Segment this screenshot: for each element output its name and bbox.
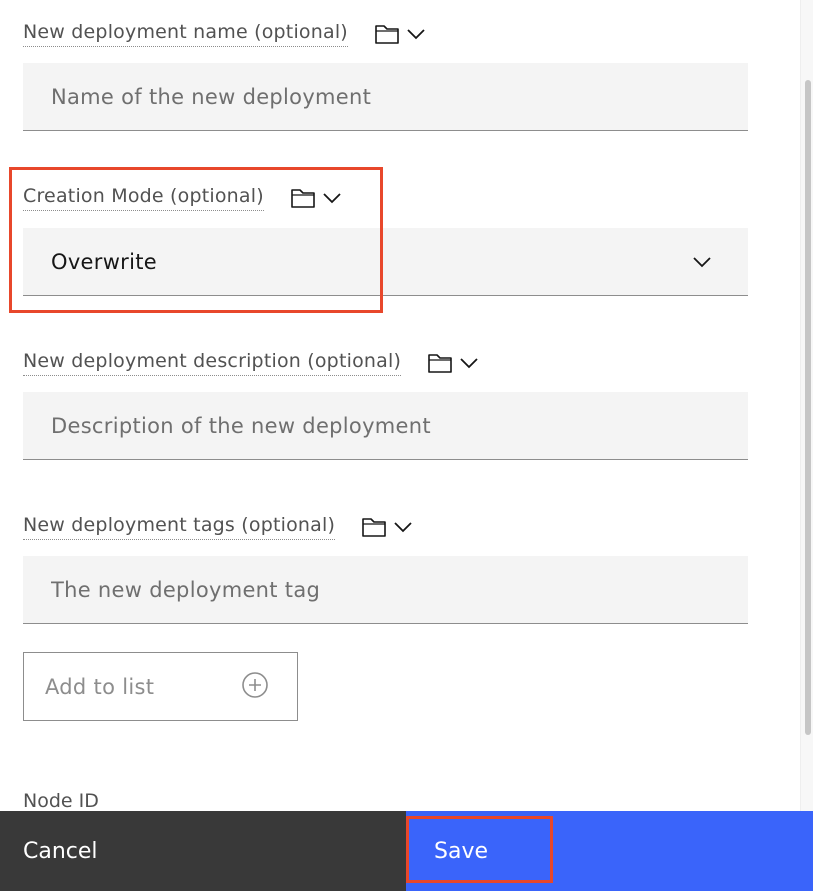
chevron-down-icon — [692, 255, 712, 269]
deployment-description-input[interactable] — [23, 392, 748, 460]
folder-icon[interactable] — [290, 187, 316, 209]
deployment-tags-tools — [361, 516, 413, 538]
deployment-description-tools — [427, 352, 479, 374]
folder-icon[interactable] — [427, 352, 453, 374]
add-circle-icon — [241, 671, 269, 703]
creation-mode-label: Creation Mode (optional) — [23, 185, 264, 211]
add-to-list-label: Add to list — [45, 674, 155, 699]
node-id-label: Node ID — [23, 790, 99, 811]
deployment-tags-label-row: New deployment tags (optional) — [23, 512, 413, 542]
deployment-description-label: New deployment description (optional) — [23, 350, 402, 376]
deployment-form-panel: New deployment name (optional) Creation … — [0, 0, 800, 811]
footer-actions: Cancel Save — [0, 811, 813, 891]
deployment-name-label-row: New deployment name (optional) — [23, 19, 426, 49]
creation-mode-select[interactable]: Overwrite — [23, 228, 748, 296]
creation-mode-label-row: Creation Mode (optional) — [23, 183, 342, 213]
add-to-list-button[interactable]: Add to list — [23, 652, 298, 721]
chevron-down-icon[interactable] — [322, 191, 342, 205]
deployment-name-label: New deployment name (optional) — [23, 21, 348, 47]
deployment-description-label-row: New deployment description (optional) — [23, 348, 479, 378]
folder-icon[interactable] — [374, 23, 400, 45]
creation-mode-value: Overwrite — [51, 249, 158, 274]
save-button[interactable]: Save — [406, 811, 813, 891]
deployment-tags-label: New deployment tags (optional) — [23, 514, 336, 540]
chevron-down-icon[interactable] — [459, 356, 479, 370]
chevron-down-icon[interactable] — [393, 520, 413, 534]
creation-mode-tools — [290, 187, 342, 209]
deployment-name-input[interactable] — [23, 63, 748, 131]
scrollbar-thumb[interactable] — [805, 80, 811, 735]
deployment-tags-input[interactable] — [23, 556, 748, 624]
cancel-button[interactable]: Cancel — [0, 811, 406, 891]
folder-icon[interactable] — [361, 516, 387, 538]
deployment-name-tools — [374, 23, 426, 45]
chevron-down-icon[interactable] — [406, 27, 426, 41]
